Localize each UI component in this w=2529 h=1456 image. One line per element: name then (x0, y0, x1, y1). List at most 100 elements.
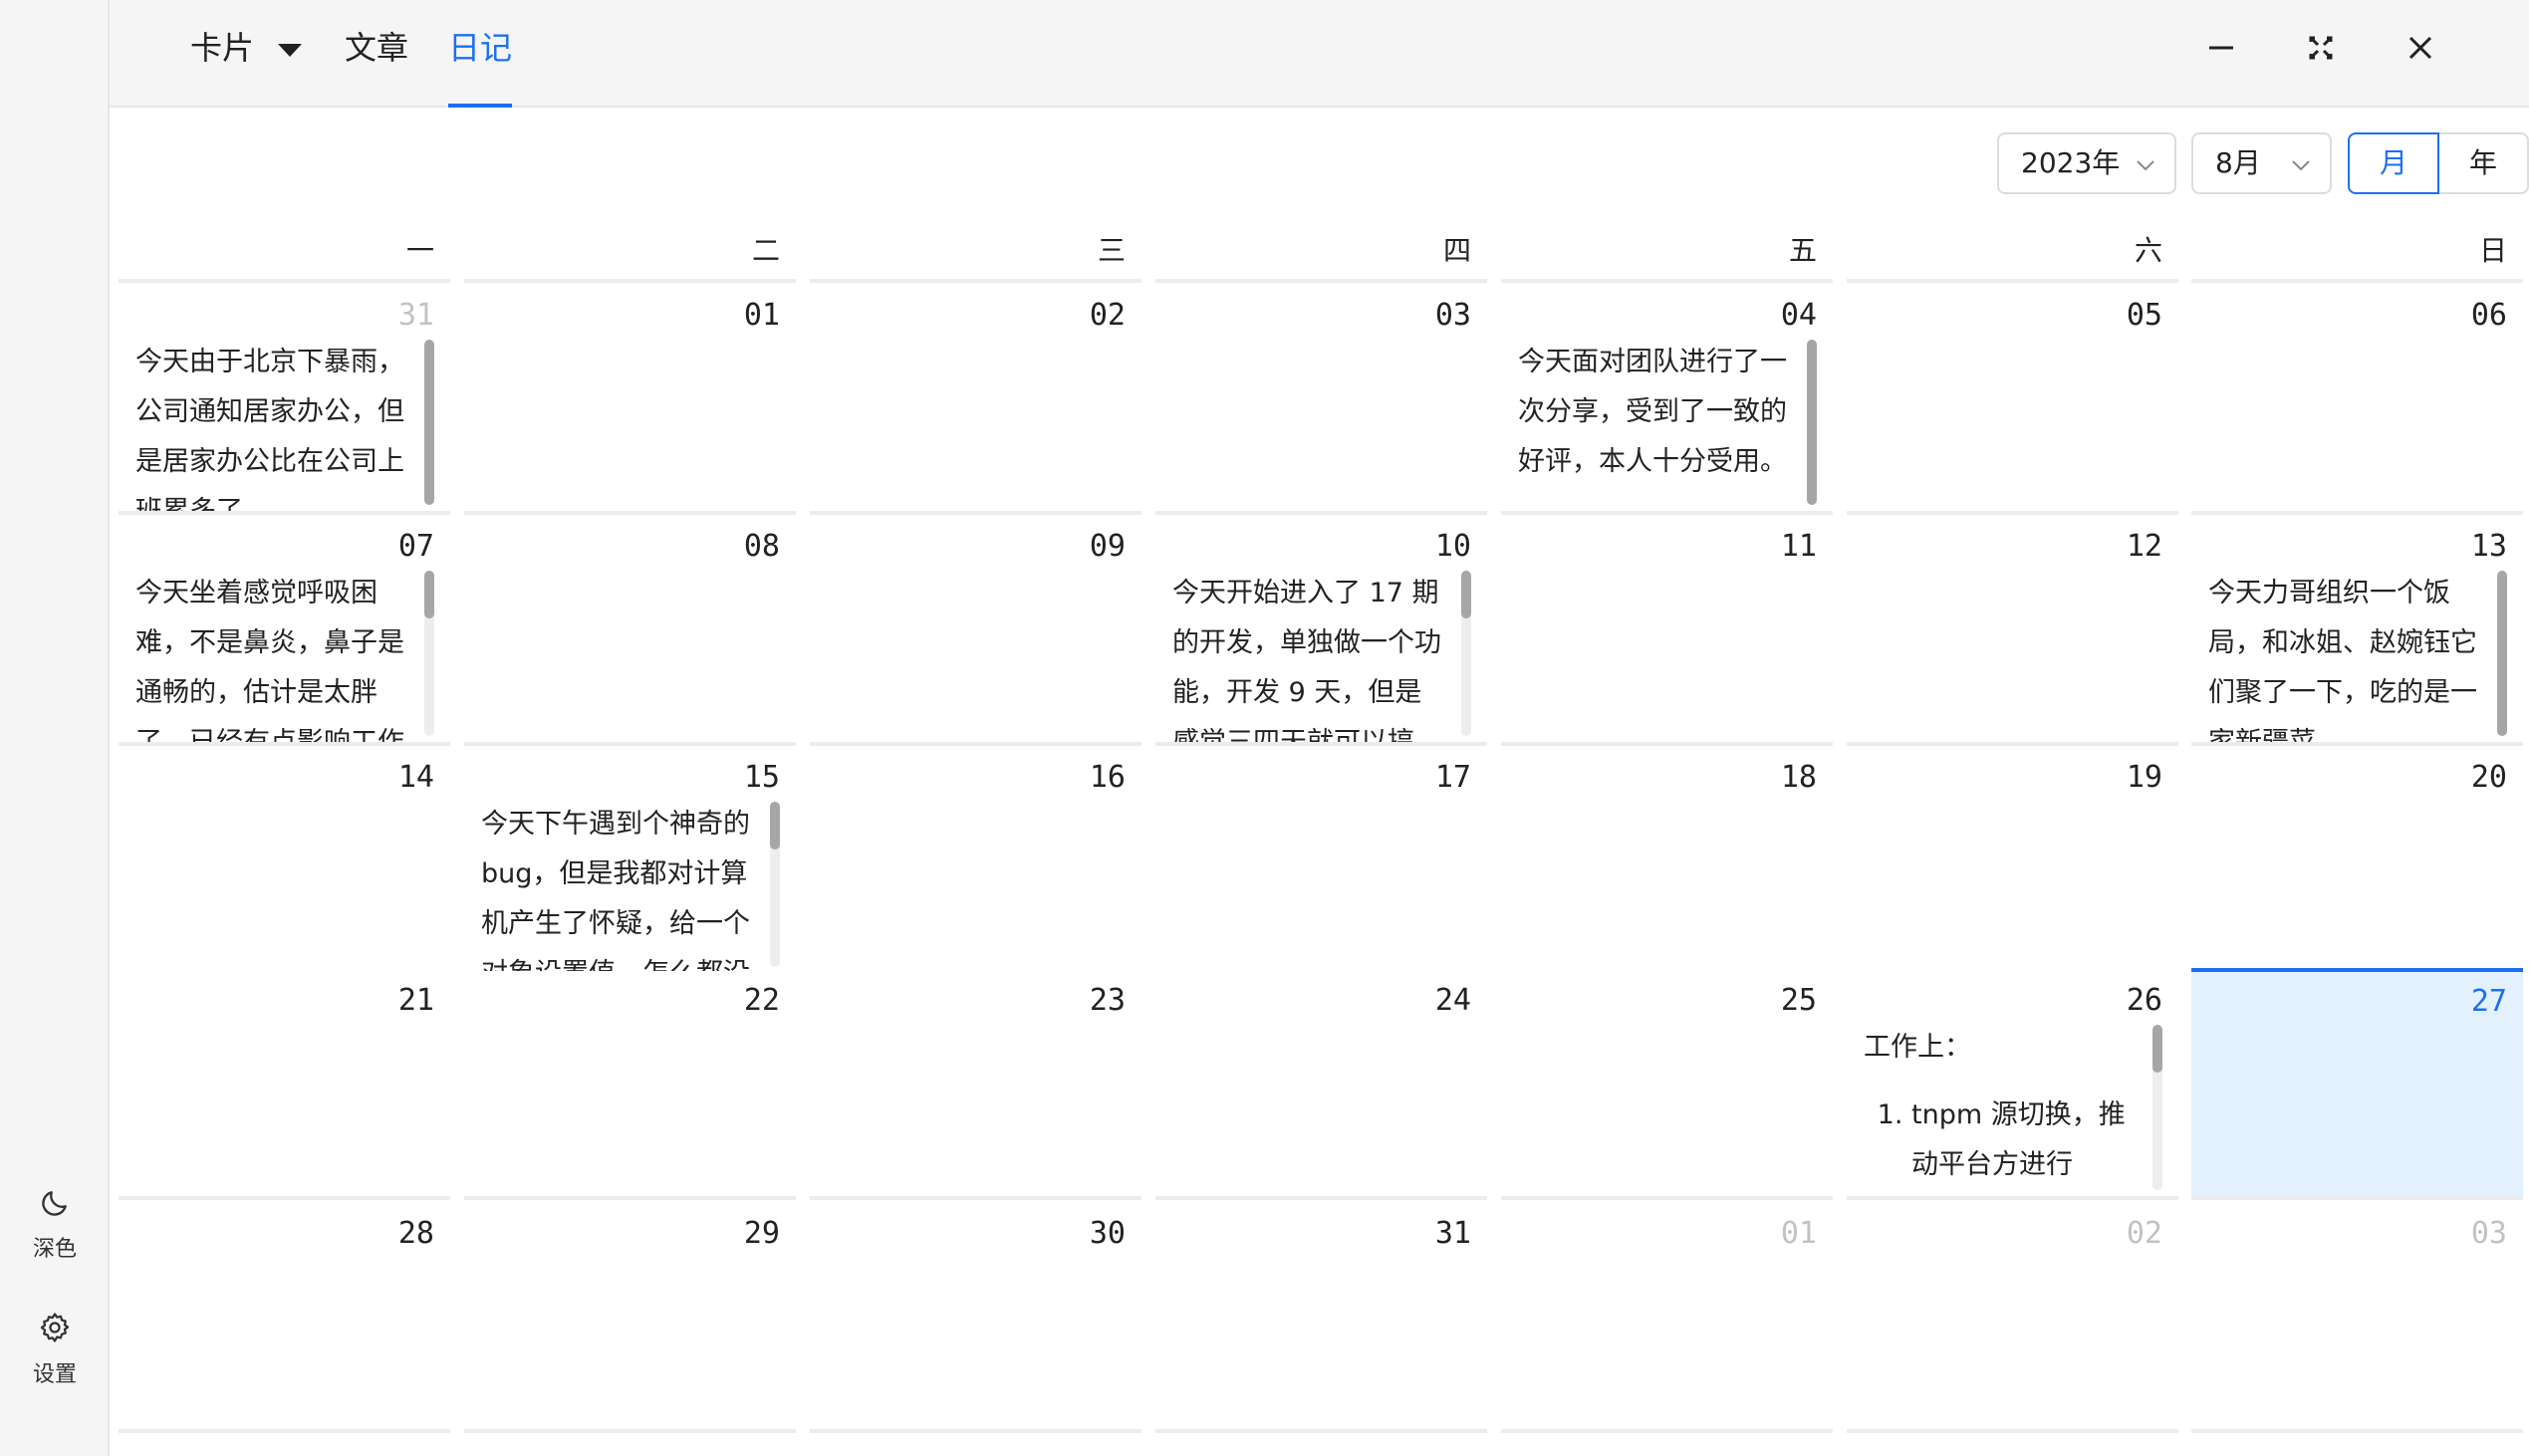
note-scrollbar-thumb[interactable] (1807, 340, 1817, 505)
day-number: 30 (1089, 1216, 1126, 1251)
diary-note-preview[interactable]: 工作上： tnpm 源切换，推动平台方进行 (1864, 1023, 2139, 1196)
view-toggle: 月 年 (2348, 132, 2529, 194)
calendar-day[interactable]: 13 今天力哥组织一个饭局，和冰姐、赵婉钰它们聚了一下，吃的是一家新疆菜 (2191, 517, 2523, 746)
calendar-day[interactable]: 09 (810, 517, 1141, 746)
calendar-day[interactable]: 02 (810, 286, 1141, 515)
settings-label: 设置 (32, 1362, 77, 1387)
diary-note-preview[interactable]: 今天下午遇到个神奇的 bug，但是我都对计算机产生了怀疑，给一个对象设置值，怎么… (481, 800, 756, 973)
diary-note-preview[interactable]: 今天坐着感觉呼吸困难，不是鼻炎，鼻子是通畅的，估计是太胖了，已经有点影响工作 (135, 569, 410, 742)
note-scrollbar-thumb[interactable] (2497, 571, 2507, 736)
weekday-header: 一 (119, 231, 450, 283)
note-scrollbar-thumb[interactable] (424, 571, 434, 618)
calendar-day[interactable]: 16 (810, 748, 1141, 977)
day-number: 01 (743, 298, 780, 333)
day-number: 06 (2470, 298, 2507, 333)
caret-down-icon[interactable] (278, 43, 303, 57)
calendar-day[interactable]: 05 (1847, 286, 2178, 515)
calendar-day[interactable]: 02 (1847, 1204, 2178, 1433)
minimize-icon (2209, 46, 2233, 50)
calendar-day[interactable]: 24 (1155, 971, 1487, 1200)
calendar-day[interactable]: 01 (464, 286, 796, 515)
day-number: 22 (743, 983, 780, 1018)
note-scrollbar[interactable] (1807, 340, 1817, 505)
year-view-button[interactable]: 年 (2437, 132, 2529, 194)
month-select[interactable]: 8月 (2191, 132, 2332, 194)
diary-note-preview[interactable]: 今天面对团队进行了一次分享，受到了一致的好评，本人十分受用。 (1518, 338, 1793, 511)
calendar-day[interactable]: 04 今天面对团队进行了一次分享，受到了一致的好评，本人十分受用。 (1501, 286, 1833, 515)
calendar-day[interactable]: 03 (1155, 286, 1487, 515)
calendar-day[interactable]: 22 (464, 971, 796, 1200)
calendar-day[interactable]: 07 今天坐着感觉呼吸困难，不是鼻炎，鼻子是通畅的，估计是太胖了，已经有点影响工作 (119, 517, 450, 746)
fullscreen-button[interactable] (2297, 24, 2345, 72)
note-scrollbar-thumb[interactable] (424, 340, 434, 505)
calendar-day[interactable]: 28 (119, 1204, 450, 1433)
calendar-day[interactable]: 23 (810, 971, 1141, 1200)
day-number: 21 (397, 983, 434, 1018)
calendar-day[interactable]: 10 今天开始进入了 17 期的开发，单独做一个功能，开发 9 天，但是感觉三四天… (1155, 517, 1487, 746)
tab-articles[interactable]: 文章 (345, 26, 408, 108)
calendar-day[interactable]: 31 (1155, 1204, 1487, 1433)
calendar-day[interactable]: 08 (464, 517, 796, 746)
day-number: 31 (397, 298, 434, 333)
dark-mode-button[interactable]: 深色 (0, 1187, 110, 1263)
minimize-button[interactable] (2197, 24, 2245, 72)
month-view-button[interactable]: 月 (2348, 132, 2439, 194)
note-scrollbar[interactable] (2497, 571, 2507, 736)
calendar-day[interactable]: 12 (1847, 517, 2178, 746)
calendar-day[interactable]: 11 (1501, 517, 1833, 746)
tab-diary[interactable]: 日记 (448, 26, 512, 108)
calendar-day[interactable]: 18 (1501, 748, 1833, 977)
calendar-day[interactable]: 14 (119, 748, 450, 977)
calendar-day[interactable]: 30 (810, 1204, 1141, 1433)
calendar-day[interactable]: 01 (1501, 1204, 1833, 1433)
note-scrollbar[interactable] (424, 571, 434, 736)
weekday-header: 五 (1501, 231, 1833, 283)
day-number: 20 (2470, 760, 2507, 795)
note-scrollbar[interactable] (770, 802, 780, 967)
note-list-item: tnpm 源切换，推动平台方进行 (1911, 1091, 2139, 1190)
note-scrollbar-thumb[interactable] (770, 802, 780, 849)
note-scrollbar[interactable] (424, 340, 434, 505)
day-number: 15 (743, 760, 780, 795)
tab-diary-label: 日记 (448, 29, 513, 67)
day-number: 04 (1780, 298, 1817, 333)
tab-cards-label: 卡片 (190, 29, 255, 67)
calendar-day[interactable]: 06 (2191, 286, 2523, 515)
year-select[interactable]: 2023年 (1997, 132, 2176, 194)
day-number: 23 (1089, 983, 1126, 1018)
day-number: 13 (2470, 529, 2507, 564)
day-number: 03 (1434, 298, 1471, 333)
calendar-day[interactable]: 19 (1847, 748, 2178, 977)
day-number: 01 (1780, 1216, 1817, 1251)
note-scrollbar[interactable] (2152, 1025, 2162, 1190)
day-number: 28 (397, 1216, 434, 1251)
calendar-day[interactable]: 25 (1501, 971, 1833, 1200)
sidebar: 深色 设置 (0, 0, 110, 1456)
note-scrollbar-thumb[interactable] (1461, 571, 1471, 618)
diary-note-preview[interactable]: 今天开始进入了 17 期的开发，单独做一个功能，开发 9 天，但是感觉三四天就可… (1172, 569, 1447, 742)
note-scrollbar[interactable] (1461, 571, 1471, 736)
diary-note-preview[interactable]: 今天由于北京下暴雨，公司通知居家办公，但是居家办公比在公司上班累多了 (135, 338, 410, 511)
calendar-day[interactable]: 21 (119, 971, 450, 1200)
tab-articles-label: 文章 (345, 29, 409, 67)
day-number: 05 (2126, 298, 2162, 333)
calendar-day[interactable]: 03 (2191, 1204, 2523, 1433)
calendar-day-today[interactable]: 27 (2191, 968, 2523, 1200)
calendar-day[interactable]: 29 (464, 1204, 796, 1433)
day-number: 25 (1780, 983, 1817, 1018)
day-number: 08 (743, 529, 780, 564)
calendar-day[interactable]: 26 工作上： tnpm 源切换，推动平台方进行 (1847, 971, 2178, 1200)
diary-note-preview[interactable]: 今天力哥组织一个饭局，和冰姐、赵婉钰它们聚了一下，吃的是一家新疆菜 (2208, 569, 2483, 742)
gear-icon (40, 1313, 70, 1342)
day-number: 09 (1089, 529, 1126, 564)
calendar-day[interactable]: 15 今天下午遇到个神奇的 bug，但是我都对计算机产生了怀疑，给一个对象设置值，… (464, 748, 796, 977)
calendar-day[interactable]: 31 今天由于北京下暴雨，公司通知居家办公，但是居家办公比在公司上班累多了 (119, 286, 450, 515)
close-button[interactable] (2397, 24, 2444, 72)
calendar-day[interactable]: 17 (1155, 748, 1487, 977)
day-number: 31 (1434, 1216, 1471, 1251)
tab-cards[interactable]: 卡片 (190, 26, 303, 108)
note-scrollbar-thumb[interactable] (2152, 1025, 2162, 1073)
settings-button[interactable]: 设置 (0, 1311, 110, 1388)
month-select-value: 8月 (2215, 146, 2261, 179)
calendar-day[interactable]: 20 (2191, 748, 2523, 977)
